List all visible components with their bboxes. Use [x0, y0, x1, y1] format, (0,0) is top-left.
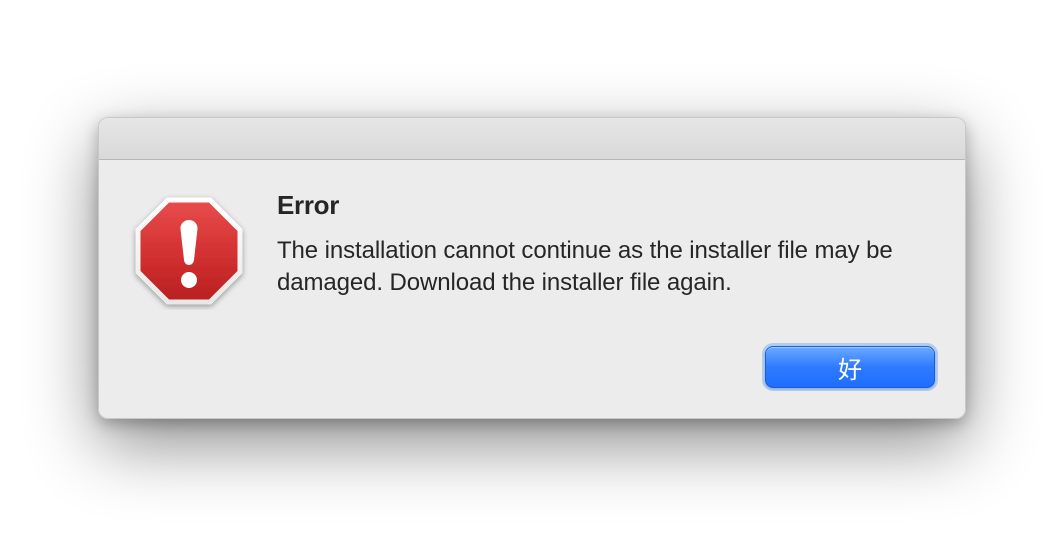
dialog-titlebar [99, 118, 965, 160]
dialog-title: Error [277, 190, 935, 221]
error-dialog: Error The installation cannot continue a… [98, 117, 966, 419]
dialog-button-row: 好 [99, 336, 965, 418]
dialog-text: Error The installation cannot continue a… [277, 188, 935, 310]
dialog-content: Error The installation cannot continue a… [99, 160, 965, 336]
dialog-message: The installation cannot continue as the … [277, 235, 935, 300]
alert-icon [129, 188, 249, 310]
ok-button[interactable]: 好 [765, 346, 935, 388]
